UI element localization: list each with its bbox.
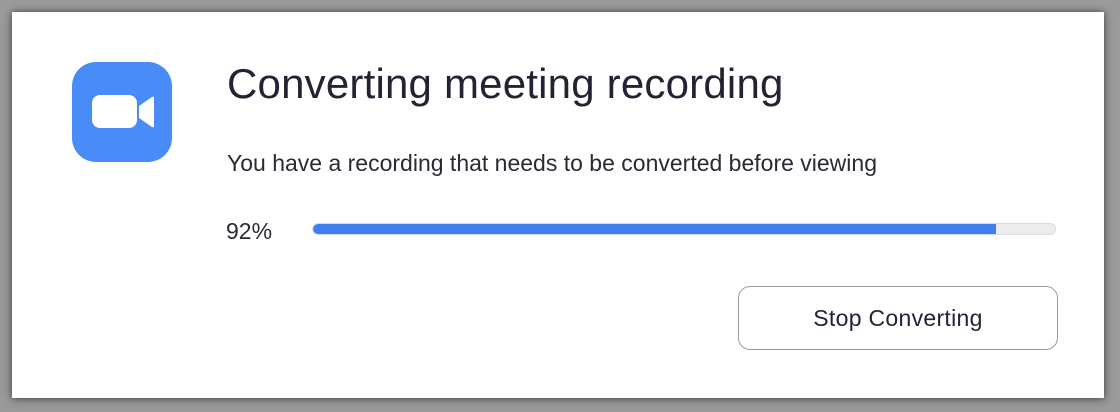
- dialog-title: Converting meeting recording: [227, 60, 784, 107]
- progress-percent-label: 92%: [226, 218, 273, 244]
- stop-converting-button[interactable]: Stop Converting: [738, 286, 1058, 350]
- conversion-progress-fill: [313, 224, 996, 234]
- convert-recording-dialog: Converting meeting recording You have a …: [12, 12, 1104, 398]
- video-camera-icon: [72, 62, 172, 162]
- dialog-message: You have a recording that needs to be co…: [227, 150, 877, 176]
- conversion-progress-bar: [312, 223, 1056, 235]
